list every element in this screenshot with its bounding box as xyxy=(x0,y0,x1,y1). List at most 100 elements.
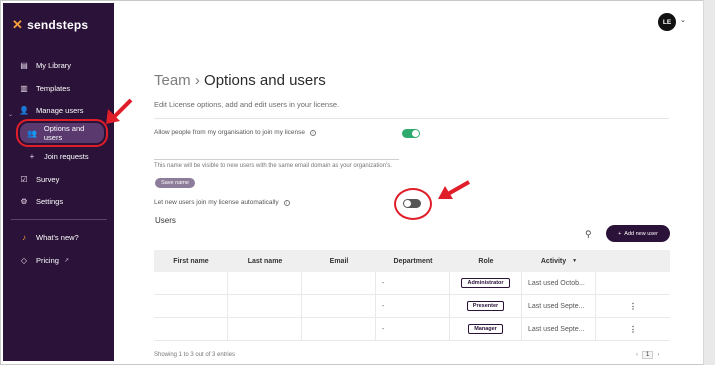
column-header[interactable]: First name xyxy=(154,250,228,272)
setting-join-text: Allow people from my organisation to joi… xyxy=(154,129,306,136)
sidebar-item-templates[interactable]: ▥ Templates xyxy=(3,78,114,98)
cell-actions: ⋮ xyxy=(596,318,670,340)
cell-activity: Last used Octob... xyxy=(522,272,596,294)
sidebar-item-label: Settings xyxy=(36,196,64,206)
cell-activity: Last used Septe... xyxy=(522,318,596,340)
setting-join-label: Allow people from my organisation to joi… xyxy=(154,129,317,136)
brand-logo[interactable]: ✕ sendsteps xyxy=(12,18,88,32)
breadcrumb-team[interactable]: Team xyxy=(154,72,191,89)
column-header-activity[interactable]: Activity ▼ xyxy=(522,250,596,272)
sidebar-item-label: My Library xyxy=(36,60,72,70)
more-options-icon[interactable]: ⋮ xyxy=(629,302,637,311)
column-header-label: Activity xyxy=(540,257,567,265)
gear-icon: ⚙ xyxy=(20,196,28,206)
info-icon[interactable]: i xyxy=(283,199,290,206)
section-divider xyxy=(154,118,669,119)
sidebar-item-label: Pricing xyxy=(36,255,59,265)
templates-icon: ▥ xyxy=(20,83,28,93)
more-options-icon[interactable]: ⋮ xyxy=(629,325,637,334)
brand-name: sendsteps xyxy=(27,18,89,32)
external-link-icon: ↗ xyxy=(63,257,69,264)
cell-last-name xyxy=(228,318,302,340)
role-badge[interactable]: Presenter xyxy=(466,301,505,311)
column-header-actions xyxy=(596,250,670,272)
sidebar-item-label: What's new? xyxy=(36,232,79,242)
cell-email xyxy=(302,318,376,340)
table-row[interactable]: - Manager Last used Septe... ⋮ xyxy=(154,318,670,341)
setting-auto-text: Let new users join my license automatica… xyxy=(154,199,279,206)
cell-activity: Last used Septe... xyxy=(522,295,596,317)
name-hint: This name will be visible to new users w… xyxy=(154,163,392,169)
sidebar: ✕ sendsteps ▤ My Library ▥ Templates ⌄ 👤… xyxy=(3,3,114,361)
column-header[interactable]: Email xyxy=(302,250,376,272)
cell-first-name xyxy=(154,272,228,294)
toggle-knob xyxy=(412,130,419,137)
sidebar-item-settings[interactable]: ⚙ Settings xyxy=(3,191,114,211)
column-header[interactable]: Last name xyxy=(228,250,302,272)
bell-icon: ♪ xyxy=(22,232,26,242)
sidebar-item-label: Survey xyxy=(36,174,60,184)
role-badge[interactable]: Administrator xyxy=(461,278,510,288)
sort-down-icon[interactable]: ▼ xyxy=(572,258,577,264)
column-header[interactable]: Role xyxy=(450,250,522,272)
sidebar-item-manage-users[interactable]: 👤 Manage users xyxy=(3,100,114,120)
sendsteps-logo-icon: ✕ xyxy=(12,17,24,32)
search-icon[interactable]: ⚲ xyxy=(585,229,592,240)
survey-icon: ☑ xyxy=(20,174,28,184)
cell-last-name xyxy=(228,272,302,294)
column-header[interactable]: Department xyxy=(376,250,450,272)
sidebar-item-label: Options and users xyxy=(43,124,85,142)
user-options-icon: 👥 xyxy=(26,128,37,138)
sidebar-item-label: Join requests xyxy=(44,151,89,161)
sidebar-item-whats-new[interactable]: ♪ What's new? xyxy=(3,227,114,247)
role-badge[interactable]: Manager xyxy=(468,324,503,334)
join-requests-icon: + xyxy=(29,151,35,161)
library-icon: ▤ xyxy=(20,60,28,70)
organisation-name-input[interactable] xyxy=(154,146,399,160)
breadcrumb-separator: › xyxy=(194,72,200,89)
pagination: ‹ 1 › xyxy=(636,351,659,359)
sidebar-item-join-requests[interactable]: + Join requests xyxy=(3,146,114,166)
sidebar-item-pricing[interactable]: ◇ Pricing ↗ xyxy=(3,250,114,270)
table-header: First name Last name Email Department Ro… xyxy=(154,250,670,272)
page-subtitle: Edit License options, add and edit users… xyxy=(154,100,340,109)
table-row[interactable]: - Administrator Last used Octob... xyxy=(154,272,670,295)
chevron-down-icon[interactable]: ⌄ xyxy=(680,16,686,24)
cell-actions xyxy=(596,272,670,294)
avatar[interactable]: LE xyxy=(658,13,676,31)
cell-department: - xyxy=(376,272,450,294)
sidebar-item-label: Templates xyxy=(36,83,71,93)
setting-auto-label: Let new users join my license automatica… xyxy=(154,199,290,206)
page-button-current[interactable]: 1 xyxy=(642,351,654,359)
users-heading: Users xyxy=(155,216,176,225)
cell-first-name xyxy=(154,318,228,340)
plus-icon: + xyxy=(618,230,622,237)
annotation-arrow-icon xyxy=(438,180,470,199)
annotation-highlight-circle xyxy=(394,188,432,220)
save-name-button[interactable]: Save name xyxy=(155,178,195,188)
page-title-text: Options and users xyxy=(204,72,326,89)
annotation-arrow-icon xyxy=(106,98,133,124)
users-table: First name Last name Email Department Ro… xyxy=(154,250,670,341)
cell-role: Manager xyxy=(450,318,522,340)
sidebar-item-options-and-users[interactable]: 👥 Options and users xyxy=(16,119,108,147)
cell-department: - xyxy=(376,318,450,340)
cell-last-name xyxy=(228,295,302,317)
tag-icon: ◇ xyxy=(20,255,28,265)
cell-department: - xyxy=(376,295,450,317)
page-title: Team › Options and users xyxy=(154,72,326,89)
cell-role: Presenter xyxy=(450,295,522,317)
cell-first-name xyxy=(154,295,228,317)
sidebar-item-survey[interactable]: ☑ Survey xyxy=(3,169,114,189)
users-icon: 👤 xyxy=(19,105,29,115)
chevron-right-icon[interactable]: › xyxy=(657,352,659,358)
add-new-user-button[interactable]: + Add new user xyxy=(606,225,670,242)
cell-email xyxy=(302,272,376,294)
chevron-left-icon[interactable]: ‹ xyxy=(636,352,638,358)
scrollbar-gutter[interactable] xyxy=(703,0,715,365)
info-icon[interactable]: i xyxy=(310,129,317,136)
join-license-toggle[interactable] xyxy=(402,129,420,138)
sidebar-item-my-library[interactable]: ▤ My Library xyxy=(3,55,114,75)
sidebar-divider xyxy=(11,219,107,220)
table-row[interactable]: - Presenter Last used Septe... ⋮ xyxy=(154,295,670,318)
